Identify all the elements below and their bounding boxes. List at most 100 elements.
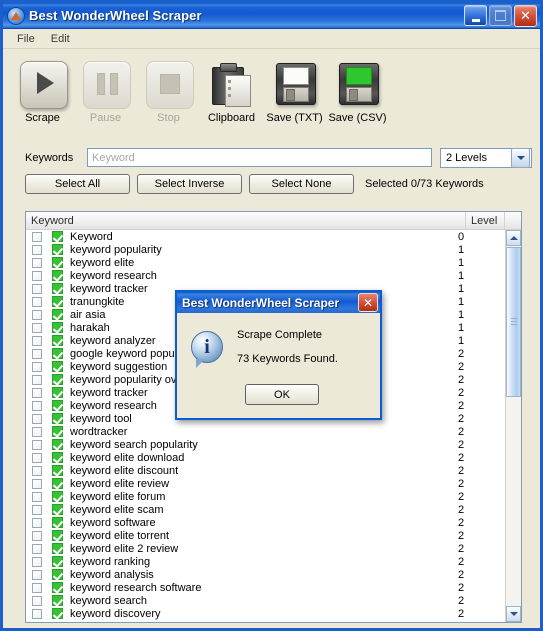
play-icon bbox=[18, 59, 68, 109]
table-row[interactable]: Keyword 0 bbox=[26, 230, 505, 243]
select-none-button[interactable]: Select None bbox=[249, 174, 354, 194]
table-row[interactable]: keyword elite discount 2 bbox=[26, 464, 505, 477]
table-row[interactable]: keyword discovery 2 bbox=[26, 607, 505, 620]
row-checkbox[interactable] bbox=[32, 517, 42, 528]
row-level: 0 bbox=[458, 230, 465, 243]
row-checkbox[interactable] bbox=[32, 283, 42, 294]
green-check-icon bbox=[52, 608, 63, 619]
row-checkbox[interactable] bbox=[32, 348, 42, 359]
row-level: 2 bbox=[458, 542, 465, 555]
select-inverse-button[interactable]: Select Inverse bbox=[137, 174, 242, 194]
row-keyword: keyword elite torrent bbox=[70, 529, 170, 542]
table-row[interactable]: keyword elite torrent 2 bbox=[26, 529, 505, 542]
row-level: 1 bbox=[458, 321, 465, 334]
dialog-title: Best WonderWheel Scraper bbox=[182, 295, 340, 310]
menu-item-file[interactable]: File bbox=[9, 31, 43, 47]
toolbar-button-clipboard[interactable]: Clipboard bbox=[200, 55, 263, 124]
row-checkbox[interactable] bbox=[32, 270, 42, 281]
column-header-level[interactable]: Level bbox=[466, 212, 505, 229]
application-window: Best WonderWheel Scraper ✕ File Edit Scr… bbox=[0, 0, 543, 631]
table-row[interactable]: keyword elite 1 bbox=[26, 256, 505, 269]
row-level: 1 bbox=[458, 256, 465, 269]
row-checkbox[interactable] bbox=[32, 400, 42, 411]
row-checkbox[interactable] bbox=[32, 335, 42, 346]
row-checkbox[interactable] bbox=[32, 569, 42, 580]
levels-dropdown-value: 2 Levels bbox=[446, 151, 487, 164]
table-row[interactable]: keyword elite review 2 bbox=[26, 477, 505, 490]
row-keyword: wordtracker bbox=[70, 425, 128, 438]
row-checkbox[interactable] bbox=[32, 504, 42, 515]
row-checkbox[interactable] bbox=[32, 465, 42, 476]
toolbar-button-save-txt[interactable]: Save (TXT) bbox=[263, 55, 326, 124]
row-checkbox[interactable] bbox=[32, 309, 42, 320]
row-level: 2 bbox=[458, 581, 465, 594]
toolbar-label-scrape: Scrape bbox=[25, 112, 60, 124]
table-row[interactable]: keyword elite forum 2 bbox=[26, 490, 505, 503]
table-row[interactable]: wordtracker 2 bbox=[26, 425, 505, 438]
row-keyword: keyword search popularity bbox=[70, 438, 198, 451]
green-check-icon bbox=[52, 556, 63, 567]
row-checkbox[interactable] bbox=[32, 361, 42, 372]
row-checkbox[interactable] bbox=[32, 244, 42, 255]
table-row[interactable]: keyword ranking 2 bbox=[26, 555, 505, 568]
selection-status-text: Selected 0/73 Keywords bbox=[365, 178, 484, 190]
row-checkbox[interactable] bbox=[32, 595, 42, 606]
row-checkbox[interactable] bbox=[32, 452, 42, 463]
row-level: 1 bbox=[458, 282, 465, 295]
toolbar-label-pause: Pause bbox=[89, 112, 122, 124]
row-checkbox[interactable] bbox=[32, 439, 42, 450]
minimize-button[interactable] bbox=[464, 4, 487, 26]
row-checkbox[interactable] bbox=[32, 257, 42, 268]
dialog-close-button[interactable]: ✕ bbox=[358, 293, 378, 312]
table-row[interactable]: keyword analysis 2 bbox=[26, 568, 505, 581]
table-row[interactable]: keyword elite download 2 bbox=[26, 451, 505, 464]
row-checkbox[interactable] bbox=[32, 387, 42, 398]
row-keyword: keyword elite 2 review bbox=[70, 542, 179, 555]
row-level: 2 bbox=[458, 477, 465, 490]
row-level: 2 bbox=[458, 399, 465, 412]
row-checkbox[interactable] bbox=[32, 556, 42, 567]
row-checkbox[interactable] bbox=[32, 231, 42, 242]
row-checkbox[interactable] bbox=[32, 478, 42, 489]
row-checkbox[interactable] bbox=[32, 582, 42, 593]
select-all-button[interactable]: Select All bbox=[25, 174, 130, 194]
scroll-down-icon[interactable] bbox=[506, 606, 521, 622]
row-level: 1 bbox=[458, 269, 465, 282]
table-row[interactable]: keyword elite 2 review 2 bbox=[26, 542, 505, 555]
keyword-input[interactable]: Keyword bbox=[87, 148, 432, 167]
green-check-icon bbox=[52, 491, 63, 502]
menu-bar: File Edit bbox=[3, 29, 540, 49]
green-check-icon bbox=[52, 270, 63, 281]
scroll-up-icon[interactable] bbox=[506, 230, 521, 246]
row-checkbox[interactable] bbox=[32, 491, 42, 502]
row-checkbox[interactable] bbox=[32, 374, 42, 385]
toolbar-button-scrape[interactable]: Scrape bbox=[11, 55, 74, 124]
toolbar-button-save-csv[interactable]: Save (CSV) bbox=[326, 55, 389, 124]
column-header-keyword[interactable]: Keyword bbox=[26, 212, 466, 229]
row-checkbox[interactable] bbox=[32, 413, 42, 424]
dialog-ok-button[interactable]: OK bbox=[245, 384, 319, 405]
row-level: 2 bbox=[458, 503, 465, 516]
table-row[interactable]: keyword search 2 bbox=[26, 594, 505, 607]
row-keyword: keyword elite bbox=[70, 256, 135, 269]
row-level: 2 bbox=[458, 412, 465, 425]
scrollbar-thumb[interactable] bbox=[506, 247, 521, 397]
table-row[interactable]: keyword elite scam 2 bbox=[26, 503, 505, 516]
row-checkbox[interactable] bbox=[32, 296, 42, 307]
row-checkbox[interactable] bbox=[32, 530, 42, 541]
levels-dropdown[interactable]: 2 Levels bbox=[440, 147, 532, 168]
menu-item-edit[interactable]: Edit bbox=[43, 31, 78, 47]
vertical-scrollbar[interactable] bbox=[505, 230, 521, 622]
table-row[interactable]: keyword search popularity 2 bbox=[26, 438, 505, 451]
row-checkbox[interactable] bbox=[32, 426, 42, 437]
row-checkbox[interactable] bbox=[32, 608, 42, 619]
close-button[interactable]: ✕ bbox=[514, 4, 537, 27]
table-row[interactable]: keyword research software 2 bbox=[26, 581, 505, 594]
table-row[interactable]: keyword software 2 bbox=[26, 516, 505, 529]
row-keyword: keyword elite forum bbox=[70, 490, 166, 503]
row-checkbox[interactable] bbox=[32, 322, 42, 333]
row-checkbox[interactable] bbox=[32, 543, 42, 554]
selection-row: Select All Select Inverse Select None Se… bbox=[3, 171, 540, 197]
table-row[interactable]: keyword research 1 bbox=[26, 269, 505, 282]
table-row[interactable]: keyword popularity 1 bbox=[26, 243, 505, 256]
